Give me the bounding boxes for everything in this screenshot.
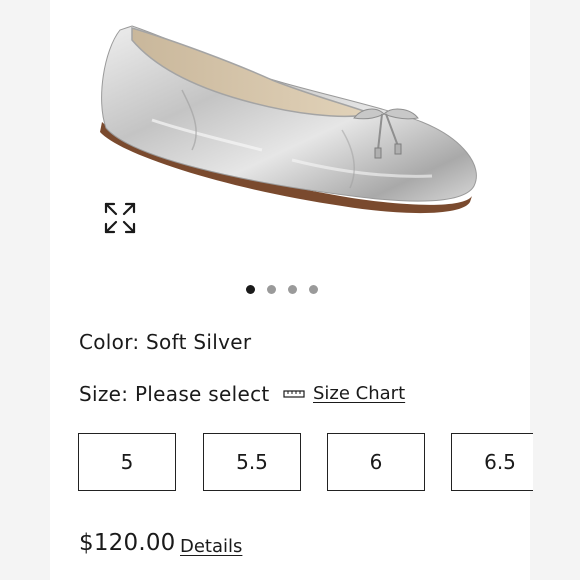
color-label: Color: Soft Silver (79, 330, 252, 354)
details-link[interactable]: Details (180, 536, 242, 557)
product-page: Color: Soft Silver Size: Please select S… (0, 0, 580, 580)
expand-arrows-icon[interactable] (102, 200, 138, 236)
size-option-5-5[interactable]: 5.5 (203, 433, 301, 491)
carousel-dot-2[interactable] (267, 285, 276, 294)
size-label: Size: Please select (79, 382, 270, 406)
size-chart-link[interactable]: Size Chart (283, 383, 405, 404)
carousel-dot-1[interactable] (246, 285, 255, 294)
right-margin-strip (530, 0, 580, 580)
carousel-dot-3[interactable] (288, 285, 297, 294)
size-option-5[interactable]: 5 (78, 433, 176, 491)
ruler-icon (283, 389, 305, 398)
product-price: $120.00 (79, 530, 176, 556)
size-option-6[interactable]: 6 (327, 433, 425, 491)
product-image[interactable] (92, 10, 502, 220)
left-margin-strip (0, 0, 50, 580)
size-option-6-5[interactable]: 6.5 (451, 433, 533, 491)
size-options: 5 5.5 6 6.5 (78, 433, 533, 495)
carousel-dot-4[interactable] (309, 285, 318, 294)
size-chart-label[interactable]: Size Chart (313, 383, 405, 404)
carousel-dots (246, 285, 318, 294)
